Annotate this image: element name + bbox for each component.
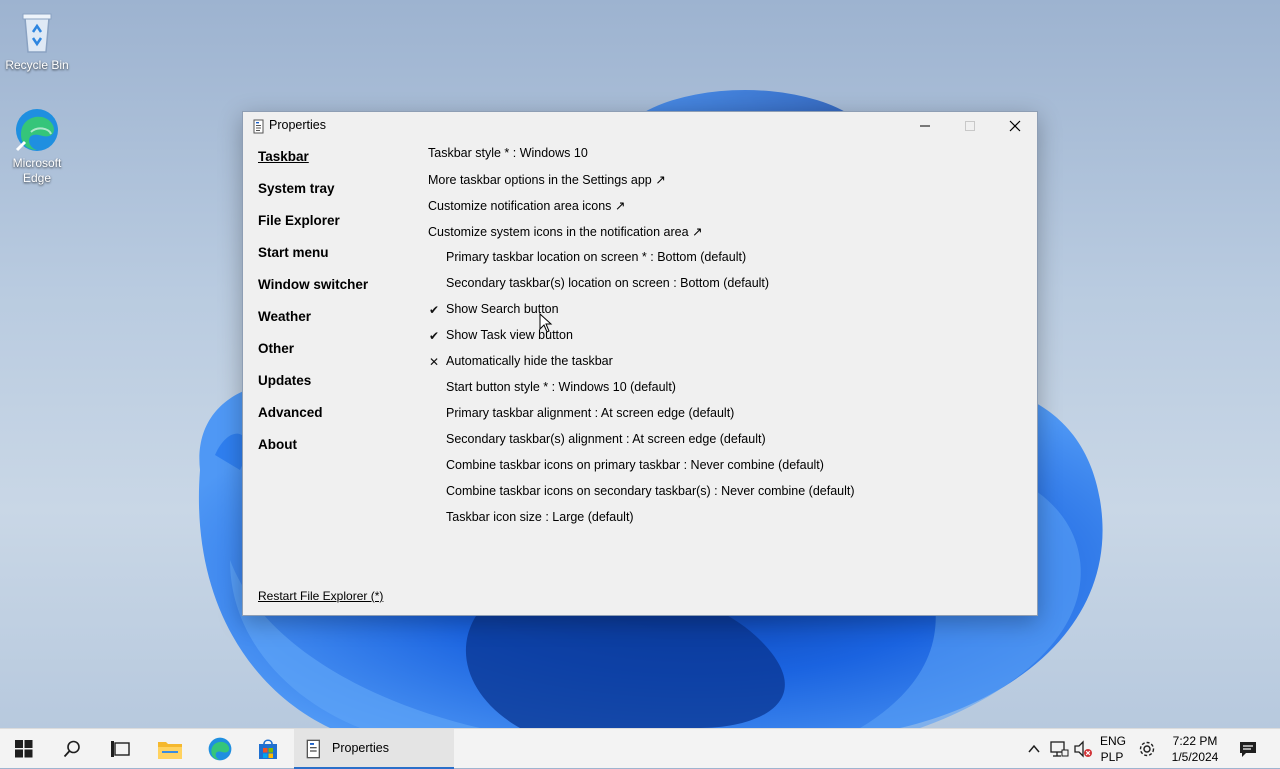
edge-button[interactable] — [196, 729, 244, 769]
keyboard-layout-code: PLP — [1100, 750, 1124, 764]
nav-updates[interactable]: Updates — [258, 373, 311, 388]
desktop-icon-recycle-bin[interactable]: Recycle Bin — [0, 8, 74, 73]
task-view-button[interactable] — [96, 729, 144, 769]
link-notification-area-icons[interactable]: Customize notification area icons ↗ — [428, 198, 625, 213]
option-auto-hide-taskbar[interactable]: Automatically hide the taskbar — [446, 354, 613, 368]
chevron-up-icon[interactable] — [1027, 742, 1041, 756]
store-button[interactable] — [244, 729, 292, 769]
search-button[interactable] — [48, 729, 96, 769]
option-secondary-taskbar-location[interactable]: Secondary taskbar(s) location on screen … — [446, 276, 769, 290]
nav-file-explorer[interactable]: File Explorer — [258, 213, 340, 228]
taskbar: Properties ENG PLP 7:22 PM 1/5/2024 — [0, 728, 1280, 769]
option-primary-alignment[interactable]: Primary taskbar alignment : At screen ed… — [446, 406, 734, 420]
check-icon: ✔ — [428, 329, 440, 343]
option-secondary-alignment[interactable]: Secondary taskbar(s) alignment : At scre… — [446, 432, 766, 446]
maximize-icon — [965, 121, 975, 131]
taskbar-properties-app[interactable]: Properties — [294, 729, 454, 769]
store-icon — [259, 739, 277, 759]
option-taskbar-style[interactable]: Taskbar style * : Windows 10 — [428, 146, 588, 160]
option-start-button-style[interactable]: Start button style * : Windows 10 (defau… — [446, 380, 676, 394]
desktop-icon-label: Recycle Bin — [5, 58, 69, 72]
windows-logo-icon — [15, 740, 33, 758]
nav-weather[interactable]: Weather — [258, 309, 311, 324]
app-icon — [306, 739, 320, 759]
nav-about[interactable]: About — [258, 437, 297, 452]
maximize-button — [947, 112, 993, 140]
recycle-bin-icon — [13, 8, 61, 56]
desktop-icon-label: Microsoft — [12, 156, 62, 170]
cross-icon: ✕ — [428, 355, 440, 369]
desktop-icon-label: Edge — [22, 171, 52, 185]
nav-other[interactable]: Other — [258, 341, 294, 356]
notification-center-icon[interactable] — [1238, 739, 1258, 759]
search-icon — [63, 740, 80, 758]
edge-icon — [13, 106, 61, 154]
close-icon — [1009, 120, 1021, 132]
window-title: Properties — [269, 118, 326, 132]
close-button[interactable] — [992, 112, 1038, 140]
task-view-icon — [111, 741, 130, 757]
clock[interactable]: 7:22 PM 1/5/2024 — [1164, 733, 1226, 765]
mouse-cursor-icon — [539, 313, 553, 333]
option-primary-taskbar-location[interactable]: Primary taskbar location on screen * : B… — [446, 250, 746, 264]
app-icon — [253, 119, 264, 134]
link-settings-taskbar-options[interactable]: More taskbar options in the Settings app… — [428, 172, 666, 187]
clock-time: 7:22 PM — [1172, 734, 1218, 748]
option-show-task-view-button[interactable]: Show Task view button — [446, 328, 573, 342]
title-bar[interactable]: Properties — [243, 112, 1037, 140]
nav-advanced[interactable]: Advanced — [258, 405, 323, 420]
nav-window-switcher[interactable]: Window switcher — [258, 277, 368, 292]
nav-system-tray[interactable]: System tray — [258, 181, 335, 196]
link-system-icons[interactable]: Customize system icons in the notificati… — [428, 224, 702, 239]
minimize-icon — [920, 125, 930, 127]
start-button[interactable] — [0, 729, 48, 769]
nav-start-menu[interactable]: Start menu — [258, 245, 329, 260]
check-icon: ✔ — [428, 303, 440, 317]
folder-icon — [158, 742, 182, 759]
volume-muted-icon[interactable] — [1073, 739, 1093, 759]
network-icon[interactable] — [1049, 739, 1069, 759]
input-language-indicator[interactable]: ENG PLP — [1100, 733, 1127, 765]
properties-window: Properties Taskbar System tray File Expl… — [242, 111, 1038, 616]
language-code: ENG — [1100, 734, 1127, 748]
option-taskbar-icon-size[interactable]: Taskbar icon size : Large (default) — [446, 510, 634, 524]
edge-icon — [208, 737, 232, 761]
taskbar-app-label: Properties — [332, 741, 389, 755]
clock-date: 1/5/2024 — [1171, 750, 1219, 764]
option-combine-primary[interactable]: Combine taskbar icons on primary taskbar… — [446, 458, 824, 472]
option-combine-secondary[interactable]: Combine taskbar icons on secondary taskb… — [446, 484, 855, 498]
file-explorer-button[interactable] — [146, 729, 194, 769]
nav-taskbar[interactable]: Taskbar — [258, 149, 309, 164]
minimize-button[interactable] — [902, 112, 948, 140]
restart-file-explorer-link[interactable]: Restart File Explorer (*) — [258, 589, 383, 603]
gear-icon[interactable] — [1137, 739, 1157, 759]
desktop-icon-microsoft-edge[interactable]: Microsoft Edge — [0, 106, 74, 186]
